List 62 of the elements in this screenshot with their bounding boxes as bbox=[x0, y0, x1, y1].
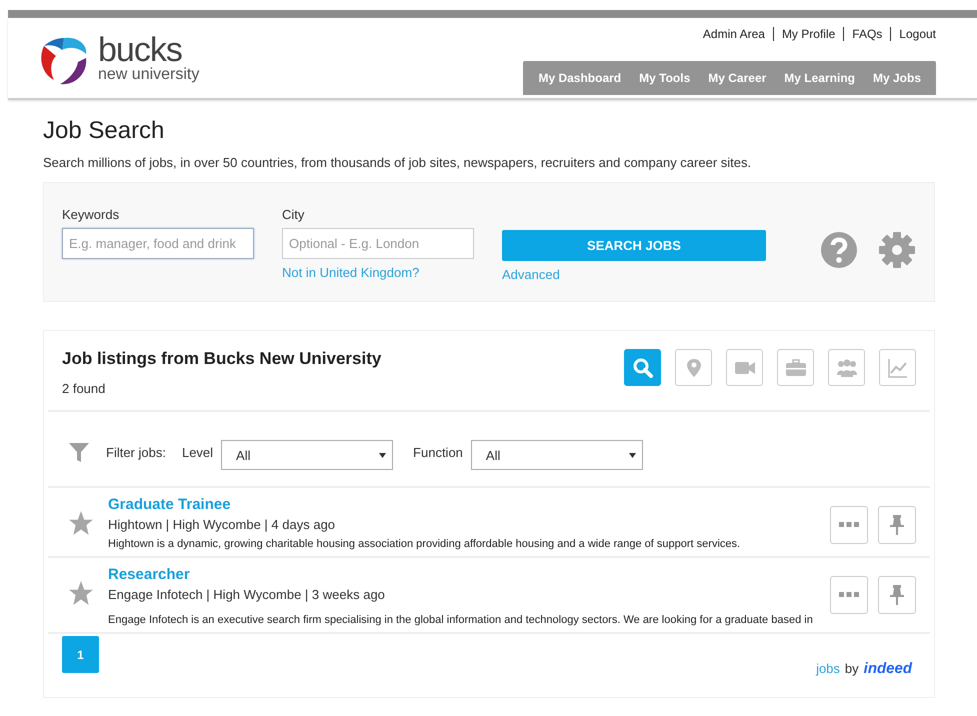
dots-icon bbox=[839, 522, 859, 528]
keywords-field[interactable]: E.g. manager, food and drink bbox=[62, 228, 254, 259]
page-button[interactable]: 1 bbox=[62, 636, 99, 673]
indeed-logo[interactable]: indeed bbox=[864, 660, 912, 677]
level-dropdown[interactable]: All bbox=[221, 440, 394, 470]
nav-tab[interactable]: My Learning bbox=[775, 61, 864, 95]
level-label: Level bbox=[182, 444, 214, 460]
search-icon bbox=[632, 356, 654, 378]
help-icon[interactable] bbox=[820, 231, 858, 269]
logo-name: bucks bbox=[98, 34, 182, 66]
page-intro: Search millions of jobs, in over 50 countries, from thousands of job sites, newspapers, recruiters and company career sites. bbox=[43, 155, 752, 170]
top-link[interactable]: Logout bbox=[899, 27, 936, 41]
caret-icon bbox=[379, 452, 386, 458]
pushpin-icon bbox=[889, 585, 905, 605]
top-link[interactable]: My Profile bbox=[782, 27, 836, 41]
video-view-button[interactable] bbox=[726, 349, 763, 386]
settings-icon[interactable] bbox=[878, 231, 916, 269]
star-icon[interactable] bbox=[68, 580, 94, 606]
country-link[interactable]: Not in United Kingdom? bbox=[282, 265, 474, 280]
dots-icon bbox=[839, 592, 859, 598]
logo-subtitle: new university bbox=[98, 66, 200, 84]
top-link[interactable]: FAQs bbox=[852, 27, 882, 41]
function-label: Function bbox=[413, 444, 463, 460]
briefcase-view-button[interactable] bbox=[777, 349, 814, 386]
caret-icon bbox=[628, 452, 636, 458]
search-jobs-button[interactable]: SEARCH JOBS bbox=[502, 230, 766, 261]
people-icon bbox=[836, 356, 858, 378]
nav-tab[interactable]: My Career bbox=[699, 61, 776, 95]
city-field[interactable]: Optional - E.g. London bbox=[282, 228, 474, 259]
briefcase-icon bbox=[784, 356, 806, 378]
job-title-link[interactable]: Graduate Trainee bbox=[108, 496, 830, 513]
job-meta: Engage Infotech | High Wycombe | 3 weeks ago bbox=[108, 587, 386, 602]
filter-icon bbox=[68, 441, 90, 463]
listings-title: Job listings from Bucks New University bbox=[62, 349, 382, 369]
filter-label: Filter jobs: bbox=[106, 444, 166, 460]
job-description: Hightown is a dynamic, growing charitable housing association providing affordable housing and a wide range of support services. bbox=[108, 538, 742, 550]
credit-jobs-link[interactable]: jobs bbox=[816, 661, 840, 676]
page-title: Job Search bbox=[43, 117, 166, 145]
field-label: Keywords bbox=[62, 207, 120, 222]
pin-view-button[interactable] bbox=[675, 349, 712, 386]
credit-by: by bbox=[844, 661, 859, 676]
results-count: 2 found bbox=[62, 381, 106, 396]
field-label: City bbox=[282, 207, 306, 222]
pushpin-icon bbox=[889, 515, 905, 535]
line-chart-icon bbox=[886, 356, 908, 378]
top-link[interactable]: Admin Area bbox=[702, 27, 765, 41]
job-description: Engage Infotech is an executive search firm specialising in the global information and technology sectors. We are looking for a graduate based in bbox=[108, 614, 814, 626]
chart-view-button[interactable] bbox=[879, 349, 916, 386]
people-view-button[interactable] bbox=[828, 349, 865, 386]
more-button[interactable] bbox=[830, 506, 868, 544]
advanced-link[interactable]: Advanced bbox=[502, 267, 766, 282]
search-view-button[interactable] bbox=[624, 349, 661, 386]
pin-button[interactable] bbox=[878, 506, 916, 544]
job-title-link[interactable]: Researcher bbox=[108, 566, 830, 583]
job-meta: Hightown | High Wycombe | 4 days ago bbox=[108, 517, 336, 532]
nav-tab[interactable]: My Dashboard bbox=[529, 61, 630, 95]
nav-tab[interactable]: My Tools bbox=[630, 61, 700, 95]
nav-tab[interactable]: My Jobs bbox=[864, 61, 930, 95]
star-icon[interactable] bbox=[68, 510, 94, 536]
pin-button[interactable] bbox=[878, 576, 916, 614]
function-dropdown[interactable]: All bbox=[470, 440, 643, 470]
more-button[interactable] bbox=[830, 576, 868, 614]
